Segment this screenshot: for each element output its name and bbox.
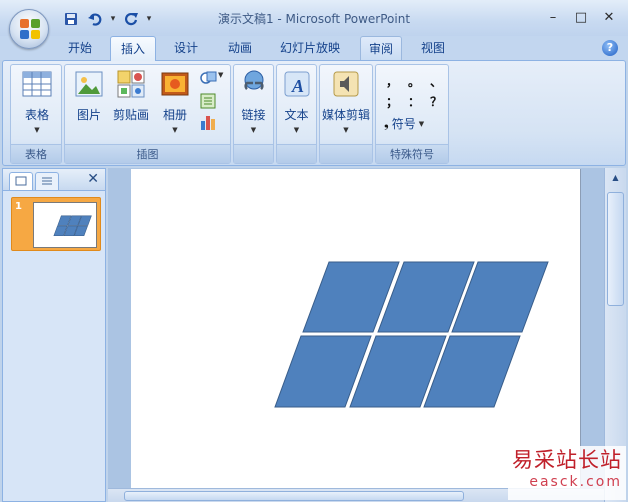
close-button[interactable]: ✕ [596, 8, 622, 26]
group-tables: 表格 ▼ 表格 [10, 64, 62, 164]
tab-animations[interactable]: 动画 [216, 36, 264, 60]
shapes-icon[interactable] [199, 69, 217, 87]
clipart-icon [117, 70, 145, 98]
office-button[interactable] [9, 9, 49, 49]
chevron-down-icon: ▼ [218, 71, 224, 79]
group-label-special-symbols: 特殊符号 [376, 144, 448, 163]
table-icon [22, 71, 52, 97]
symbol-comma[interactable]: ， [386, 73, 398, 90]
group-special-symbols: ， 。 、 ； ： ？ ❟ 符号 ▼ 特殊符号 [375, 64, 449, 164]
scrollbar-thumb[interactable] [607, 192, 624, 306]
symbol-button[interactable]: ❟ 符号 ▼ [384, 115, 424, 132]
hyperlink-button-label: 链接 [241, 108, 266, 122]
hyperlink-button[interactable]: 链接 ▼ [234, 69, 273, 134]
watermark-title: 易采站长站 [512, 448, 622, 472]
group-media: 媒体剪辑 ▼ [319, 64, 373, 164]
slide-thumbnail-preview [33, 202, 97, 248]
thumbnail-shapes [53, 215, 92, 236]
media-button-label: 媒体剪辑 [321, 108, 370, 122]
group-label-media [320, 144, 372, 163]
tab-slides[interactable] [9, 172, 33, 190]
link-icon [243, 70, 264, 90]
clipart-button[interactable]: 剪贴画 [109, 69, 153, 123]
album-button-label: 相册 [162, 108, 187, 122]
chevron-down-icon: ▼ [172, 126, 178, 134]
media-button[interactable]: 媒体剪辑 ▼ [320, 69, 372, 134]
chevron-down-icon: ▼ [250, 126, 257, 134]
symbol-semicolon[interactable]: ； [386, 93, 398, 110]
chevron-down-icon: ▼ [34, 126, 40, 134]
tab-review[interactable]: 审阅 [360, 36, 402, 60]
text-icon: A [284, 71, 309, 97]
chevron-down-icon: ▼ [343, 126, 349, 134]
symbol-period[interactable]: 。 [408, 73, 420, 90]
slide-thumbnail-1[interactable]: 1 [11, 197, 101, 251]
slides-tab-icon [15, 176, 27, 186]
tab-outline[interactable] [35, 172, 59, 190]
slide-canvas[interactable] [131, 169, 581, 489]
slides-pane-tabs: ✕ [3, 169, 105, 191]
picture-button[interactable]: 图片 [69, 69, 109, 123]
ribbon: 表格 ▼ 表格 图片 剪贴画 相册 ▼ ▼ 插图 链接 ▼ A 文本 ▼ 媒体剪… [2, 60, 626, 166]
watermark: 易采站长站 easck.com [508, 446, 626, 500]
svg-text:A: A [291, 76, 304, 96]
slide-number: 1 [15, 201, 22, 212]
outline-tab-icon [42, 177, 52, 185]
table-button-label: 表格 [24, 108, 49, 122]
group-text: A 文本 ▼ [276, 64, 317, 164]
group-label-illustrations: 插图 [65, 144, 230, 163]
chevron-down-icon: ▼ [293, 126, 300, 134]
symbol-enum-comma[interactable]: 、 [430, 73, 442, 90]
symbol-question[interactable]: ？ [430, 93, 442, 110]
picture-button-label: 图片 [76, 108, 101, 122]
maximize-button[interactable]: □ [568, 8, 594, 26]
tab-view[interactable]: 视图 [408, 36, 458, 60]
title-bar: ▾ ▾ 演示文稿1 - Microsoft PowerPoint – □ ✕ [0, 0, 628, 36]
group-illustrations: 图片 剪贴画 相册 ▼ ▼ 插图 [64, 64, 231, 164]
help-icon[interactable]: ? [602, 40, 618, 56]
watermark-url: easck.com [529, 474, 622, 490]
table-button[interactable]: 表格 ▼ [17, 69, 57, 134]
ribbon-tabs: 开始 插入 设计 动画 幻灯片放映 审阅 视图 ? [0, 36, 628, 61]
tab-insert[interactable]: 插入 [110, 36, 156, 61]
chart-icon[interactable] [199, 113, 217, 131]
slide-shapes [274, 261, 549, 408]
group-label-text [277, 144, 316, 163]
close-pane-icon[interactable]: ✕ [87, 171, 99, 187]
symbol-icon: ❟ [384, 116, 389, 130]
picture-icon [75, 71, 103, 97]
smartart-icon[interactable] [199, 92, 217, 110]
group-label-links [234, 144, 273, 163]
office-logo-icon [20, 19, 40, 39]
slides-pane: ✕ 1 [2, 168, 106, 502]
text-button[interactable]: A 文本 ▼ [277, 69, 316, 134]
chevron-down-icon: ▼ [418, 119, 425, 128]
text-button-label: 文本 [284, 108, 309, 122]
group-label-tables: 表格 [11, 144, 61, 163]
tab-slideshow[interactable]: 幻灯片放映 [272, 36, 348, 60]
symbol-button-label: 符号 [391, 117, 416, 131]
tab-home[interactable]: 开始 [56, 36, 104, 60]
group-links: 链接 ▼ [233, 64, 274, 164]
album-button[interactable]: 相册 ▼ [155, 69, 195, 134]
symbol-colon[interactable]: ： [408, 93, 420, 110]
photo-album-icon [161, 72, 189, 96]
tab-design[interactable]: 设计 [162, 36, 210, 60]
scrollbar-thumb[interactable] [124, 491, 464, 501]
window-title: 演示文稿1 - Microsoft PowerPoint [217, 12, 411, 26]
clipart-button-label: 剪贴画 [112, 108, 149, 122]
minimize-button[interactable]: – [540, 8, 566, 26]
media-icon [333, 71, 359, 97]
scroll-up-icon[interactable]: ▲ [607, 170, 624, 186]
